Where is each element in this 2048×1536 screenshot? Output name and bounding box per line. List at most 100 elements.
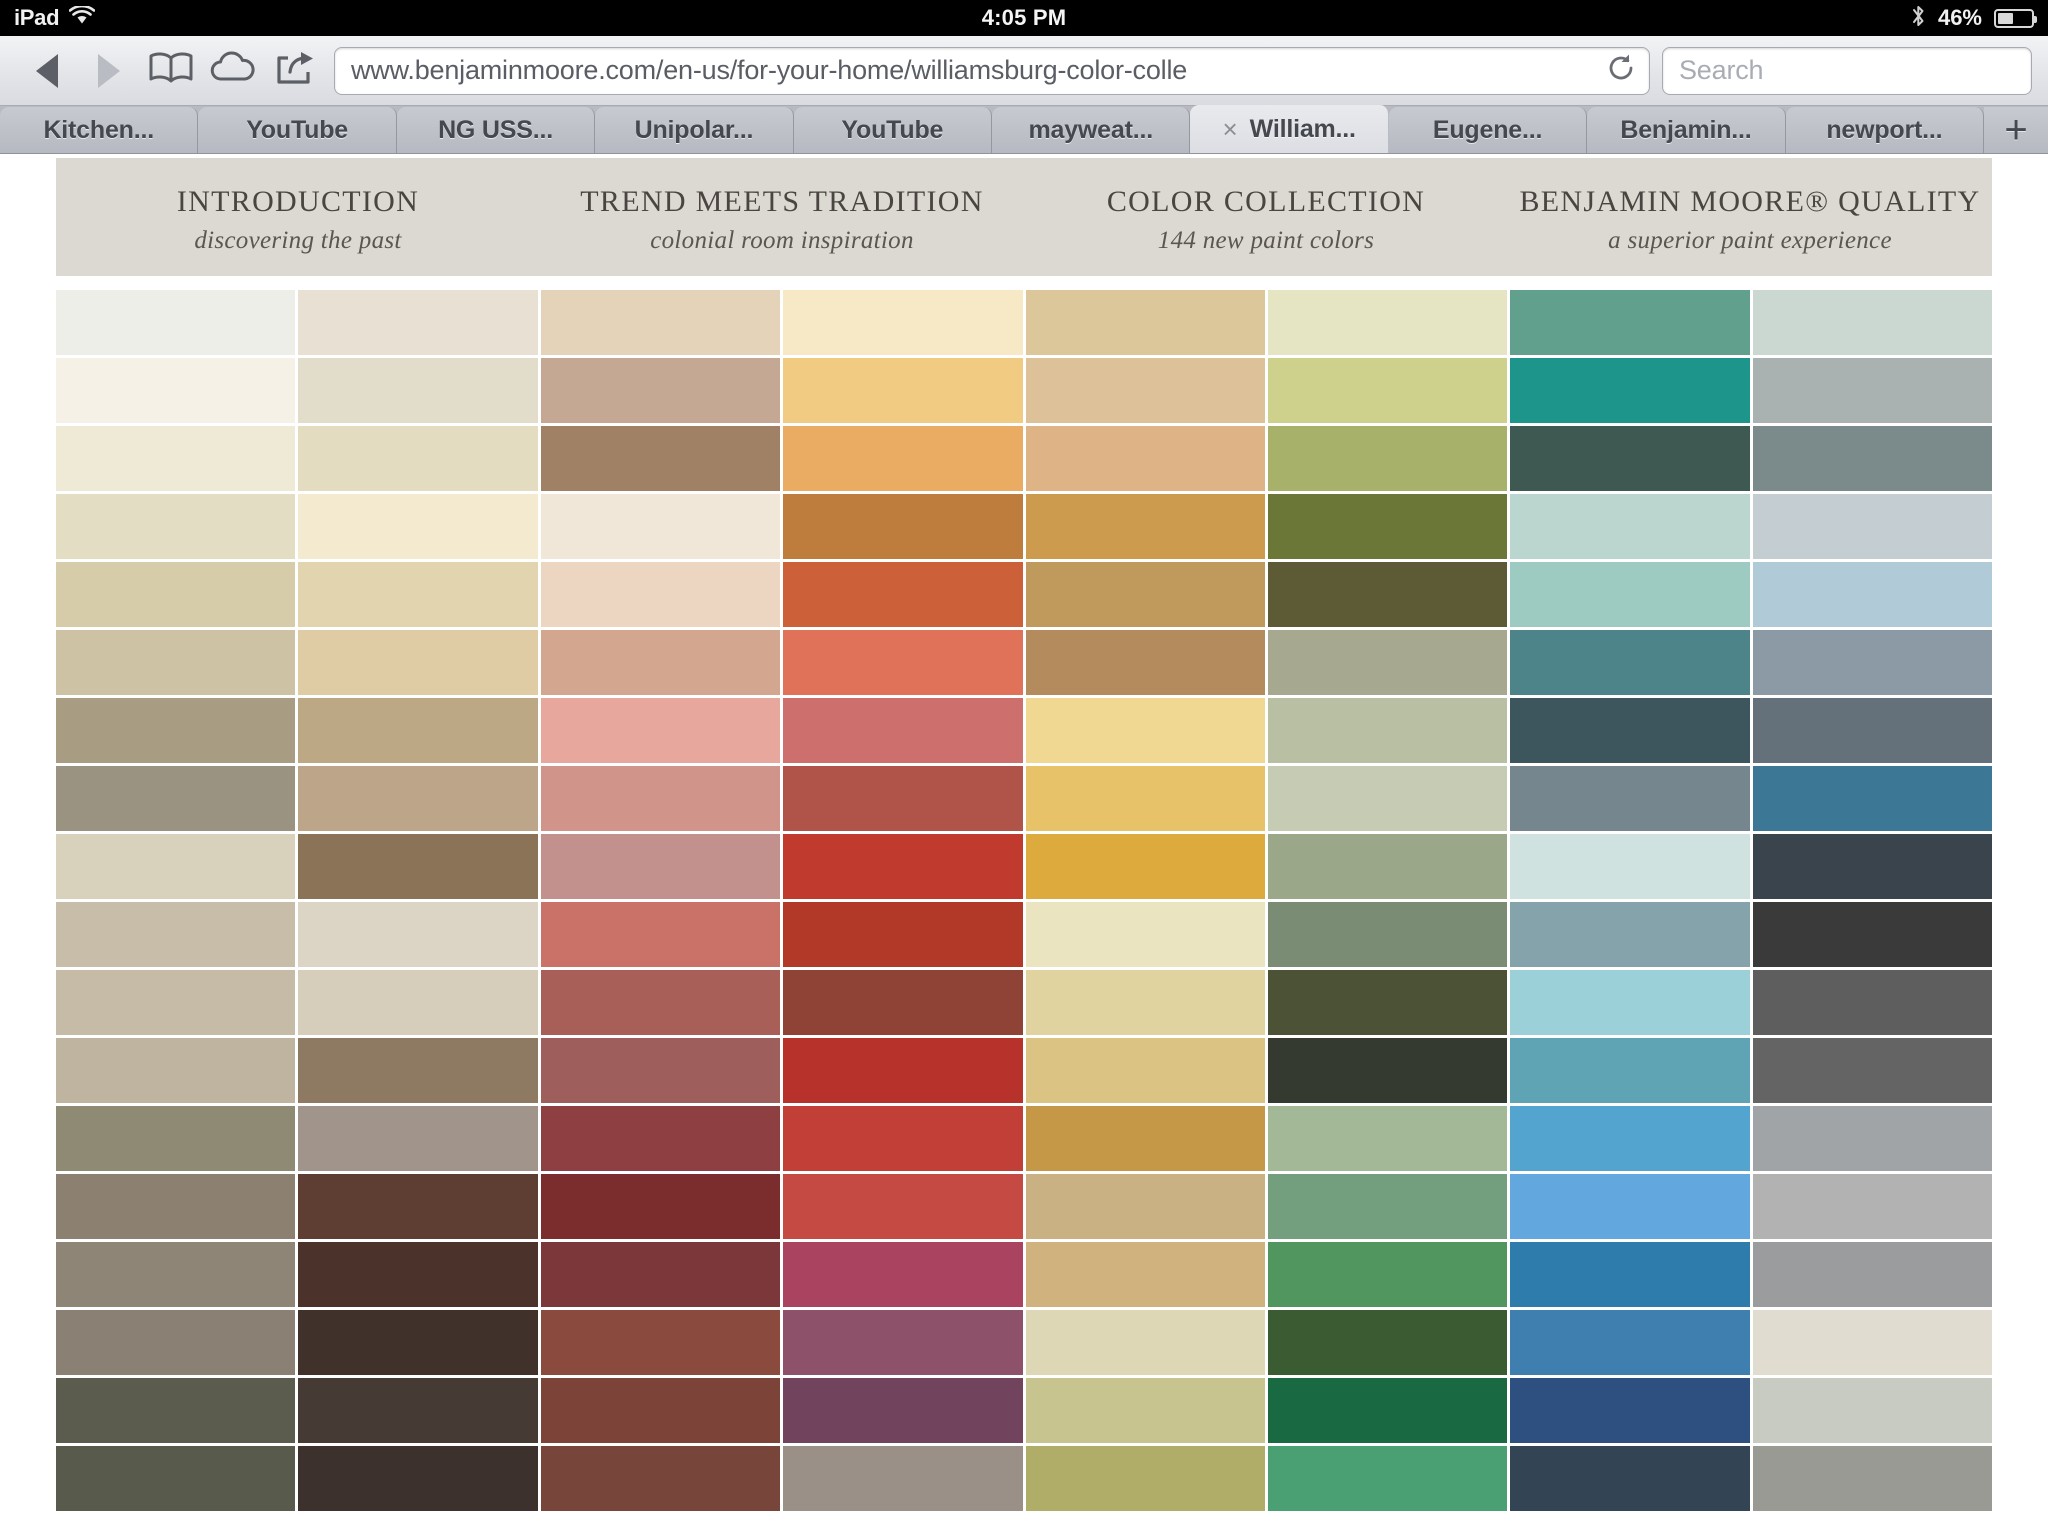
color-swatch[interactable] [1753,494,1992,559]
browser-tab[interactable]: NG USS... [397,107,595,153]
browser-tab[interactable]: newport... [1786,107,1984,153]
color-swatch[interactable] [1510,290,1749,355]
icloud-tabs-button[interactable] [202,46,264,96]
browser-tab[interactable]: Unipolar... [595,107,793,153]
color-swatch[interactable] [298,1378,537,1443]
color-swatch[interactable] [1026,1174,1265,1239]
color-swatch[interactable] [1753,1446,1992,1511]
color-swatch[interactable] [1753,766,1992,831]
color-swatch[interactable] [298,834,537,899]
color-swatch[interactable] [298,358,537,423]
color-swatch[interactable] [1510,698,1749,763]
color-swatch[interactable] [1510,562,1749,627]
color-swatch[interactable] [1753,698,1992,763]
color-swatch[interactable] [56,970,295,1035]
color-swatch[interactable] [783,902,1022,967]
color-swatch[interactable] [56,290,295,355]
color-swatch[interactable] [541,1378,780,1443]
color-swatch[interactable] [1268,630,1507,695]
color-swatch[interactable] [541,698,780,763]
color-swatch[interactable] [56,426,295,491]
color-swatch[interactable] [56,630,295,695]
color-swatch[interactable] [1510,426,1749,491]
back-button[interactable] [16,46,78,96]
color-swatch[interactable] [541,426,780,491]
color-swatch[interactable] [541,902,780,967]
color-swatch[interactable] [1026,766,1265,831]
color-swatch[interactable] [298,630,537,695]
color-swatch[interactable] [56,1242,295,1307]
color-swatch[interactable] [1026,902,1265,967]
color-swatch[interactable] [783,630,1022,695]
color-swatch[interactable] [1753,290,1992,355]
color-swatch[interactable] [1510,358,1749,423]
color-swatch[interactable] [1753,562,1992,627]
color-swatch[interactable] [56,1310,295,1375]
color-swatch[interactable] [56,1174,295,1239]
site-nav-item[interactable]: TREND MEETS TRADITIONcolonial room inspi… [540,179,1024,255]
color-swatch[interactable] [1268,426,1507,491]
browser-tab[interactable]: Kitchen... [0,107,198,153]
color-swatch[interactable] [541,630,780,695]
color-swatch[interactable] [783,1378,1022,1443]
color-swatch[interactable] [783,698,1022,763]
color-swatch[interactable] [56,1378,295,1443]
color-swatch[interactable] [1268,902,1507,967]
color-swatch[interactable] [56,698,295,763]
color-swatch[interactable] [541,1310,780,1375]
color-swatch[interactable] [783,1310,1022,1375]
color-swatch[interactable] [1026,1310,1265,1375]
color-swatch[interactable] [1510,1242,1749,1307]
browser-tab[interactable]: YouTube [198,107,396,153]
color-swatch[interactable] [298,766,537,831]
browser-tab[interactable]: Benjamin... [1587,107,1785,153]
color-swatch[interactable] [1268,1310,1507,1375]
color-swatch[interactable] [541,290,780,355]
color-swatch[interactable] [541,1038,780,1103]
color-swatch[interactable] [298,1242,537,1307]
browser-tab[interactable]: ×William... [1190,105,1388,153]
color-swatch[interactable] [1268,1242,1507,1307]
color-swatch[interactable] [1268,834,1507,899]
color-swatch[interactable] [541,562,780,627]
close-icon[interactable]: × [1222,116,1237,142]
color-swatch[interactable] [1753,358,1992,423]
color-swatch[interactable] [541,358,780,423]
color-swatch[interactable] [1268,1378,1507,1443]
bookmarks-button[interactable] [140,46,202,96]
color-swatch[interactable] [1026,494,1265,559]
color-swatch[interactable] [298,1174,537,1239]
color-swatch[interactable] [1026,290,1265,355]
color-swatch[interactable] [783,426,1022,491]
color-swatch[interactable] [56,1038,295,1103]
color-swatch[interactable] [1268,562,1507,627]
color-swatch[interactable] [1510,1310,1749,1375]
address-bar[interactable]: www.benjaminmoore.com/en-us/for-your-hom… [334,47,1650,95]
color-swatch[interactable] [1753,1174,1992,1239]
color-swatch[interactable] [1268,766,1507,831]
color-swatch[interactable] [541,1174,780,1239]
color-swatch[interactable] [298,902,537,967]
color-swatch[interactable] [298,698,537,763]
color-swatch[interactable] [541,1106,780,1171]
color-swatch[interactable] [1510,1038,1749,1103]
color-swatch[interactable] [56,494,295,559]
color-swatch[interactable] [1026,426,1265,491]
color-swatch[interactable] [783,494,1022,559]
site-nav-item[interactable]: BENJAMIN MOORE® QUALITYa superior paint … [1508,179,1992,255]
color-swatch[interactable] [1268,1038,1507,1103]
color-swatch[interactable] [541,970,780,1035]
color-swatch[interactable] [1753,902,1992,967]
reload-button[interactable] [1599,49,1643,93]
color-swatch[interactable] [1026,1378,1265,1443]
color-swatch[interactable] [1268,1106,1507,1171]
color-swatch[interactable] [541,766,780,831]
search-field[interactable]: Search [1662,47,2032,95]
color-swatch[interactable] [1268,358,1507,423]
color-swatch[interactable] [1268,1446,1507,1511]
color-swatch[interactable] [1510,1378,1749,1443]
color-swatch[interactable] [56,834,295,899]
new-tab-button[interactable]: + [1984,107,2048,153]
color-swatch[interactable] [56,1106,295,1171]
color-swatch[interactable] [1510,494,1749,559]
